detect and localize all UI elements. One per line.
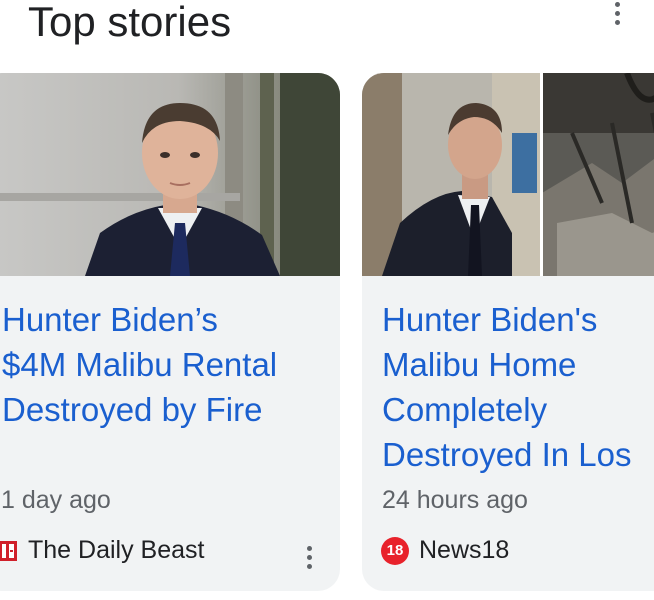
news18-logo-icon: 18 — [381, 536, 409, 565]
story-timestamp: 24 hours ago — [382, 486, 528, 514]
headline-line: Malibu Home — [382, 346, 577, 383]
headline-line: Completely — [382, 391, 548, 428]
headline-line: Destroyed In Los — [382, 436, 632, 473]
story-source[interactable]: The Daily Beast — [0, 536, 204, 565]
story-thumbnail — [362, 73, 654, 276]
section-title: Top stories — [28, 0, 232, 45]
source-name: News18 — [419, 536, 510, 564]
headline-line: Destroyed by Fire — [2, 391, 263, 428]
story-card[interactable]: Hunter Biden's Malibu Home Completely De… — [362, 73, 654, 591]
more-options-icon[interactable] — [304, 546, 314, 570]
story-thumbnail — [0, 73, 340, 276]
headline-line: Hunter Biden’s — [2, 301, 218, 338]
story-headline[interactable]: Hunter Biden’s $4M Malibu Rental Destroy… — [2, 297, 277, 432]
story-source[interactable]: 18 News18 — [381, 536, 509, 565]
story-timestamp: 1 day ago — [1, 486, 111, 514]
story-card[interactable]: Hunter Biden’s $4M Malibu Rental Destroy… — [0, 73, 340, 591]
more-options-icon[interactable] — [605, 0, 629, 28]
story-headline[interactable]: Hunter Biden's Malibu Home Completely De… — [382, 297, 631, 477]
source-name: The Daily Beast — [28, 536, 205, 564]
headline-line: $4M Malibu Rental — [2, 346, 278, 383]
headline-line: Hunter Biden's — [382, 301, 598, 338]
daily-beast-logo-icon — [0, 538, 18, 564]
